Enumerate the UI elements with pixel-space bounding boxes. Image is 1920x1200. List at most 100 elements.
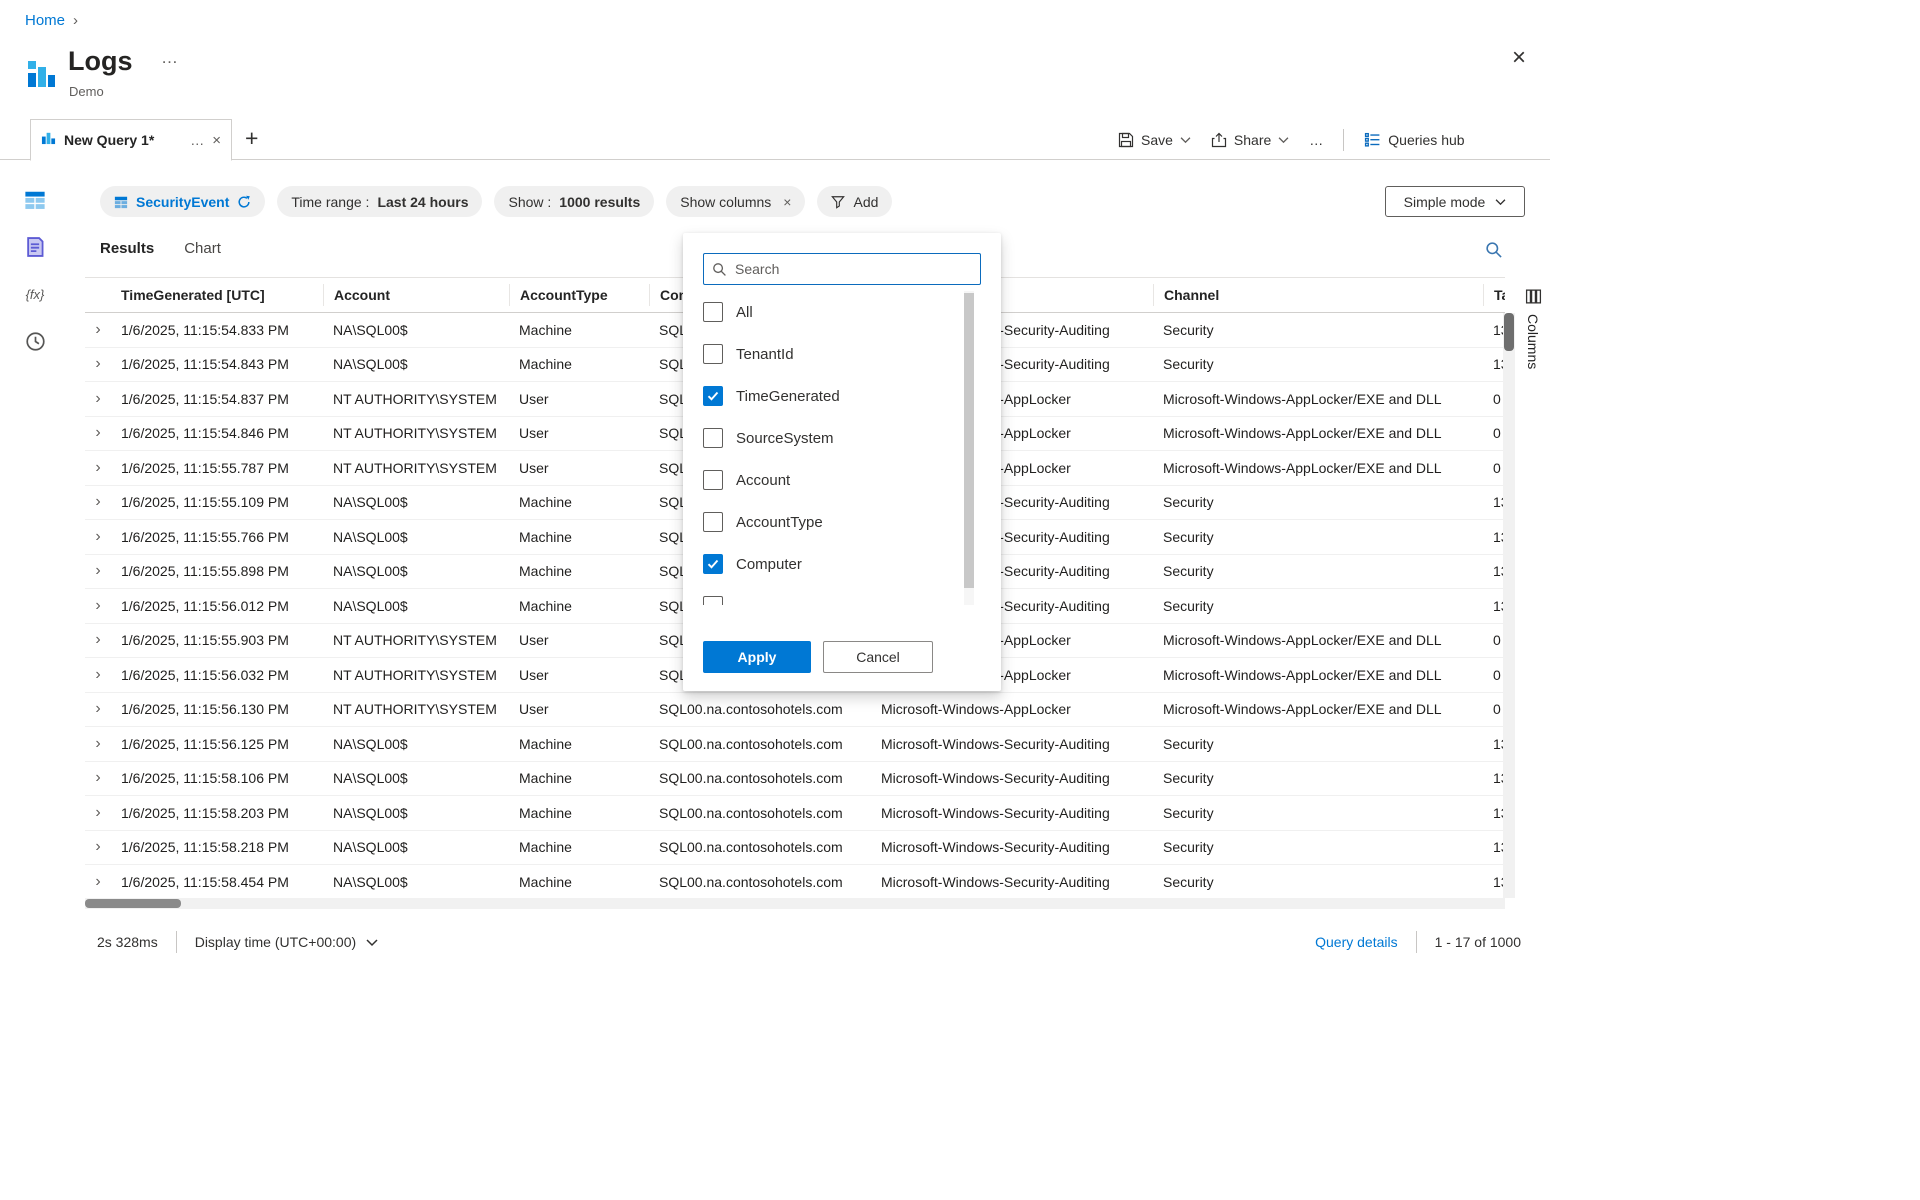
logs-app-icon (24, 57, 58, 91)
column-option[interactable]: AccountType (683, 501, 1001, 543)
row-expand-chevron-icon[interactable]: › (85, 631, 111, 649)
tab-more-menu-icon[interactable]: … (190, 132, 204, 148)
show-results-pill[interactable]: Show : 1000 results (494, 186, 654, 217)
query-history-button[interactable] (21, 327, 49, 355)
queries-hub-button[interactable]: Queries hub (1364, 131, 1464, 148)
table-row[interactable]: ›1/6/2025, 11:15:58.454 PMNA\SQL00$Machi… (85, 865, 1505, 898)
show-columns-pill[interactable]: Show columns × (666, 186, 805, 217)
time-range-pill[interactable]: Time range : Last 24 hours (277, 186, 482, 217)
column-header[interactable]: Account (323, 284, 509, 306)
table-cell: Security (1153, 805, 1483, 821)
tab-new-query-1[interactable]: New Query 1* … × (30, 119, 232, 161)
column-checkbox[interactable] (703, 428, 723, 448)
table-cell: SQL00.na.contosohotels.com (649, 770, 871, 786)
row-expand-chevron-icon[interactable]: › (85, 321, 111, 339)
column-option[interactable] (683, 585, 1001, 605)
column-checkbox[interactable] (703, 554, 723, 574)
breadcrumb-home-link[interactable]: Home (25, 12, 65, 29)
row-expand-chevron-icon[interactable]: › (85, 597, 111, 615)
tab-label: New Query 1* (64, 132, 182, 148)
apply-button[interactable]: Apply (703, 641, 811, 673)
tab-results[interactable]: Results (100, 240, 154, 257)
display-time-label: Display time (UTC+00:00) (195, 934, 356, 950)
row-expand-chevron-icon[interactable]: › (85, 493, 111, 511)
column-option[interactable]: Account (683, 459, 1001, 501)
row-expand-chevron-icon[interactable]: › (85, 355, 111, 373)
table-cell: NT AUTHORITY\SYSTEM (323, 391, 509, 407)
mode-selector[interactable]: Simple mode (1385, 186, 1525, 217)
functions-pane-button[interactable]: {fx} (21, 280, 49, 308)
row-expand-chevron-icon[interactable]: › (85, 804, 111, 822)
table-cell: Security (1153, 322, 1483, 338)
column-option[interactable]: TenantId (683, 333, 1001, 375)
new-tab-button[interactable]: + (245, 125, 258, 152)
save-button[interactable]: Save (1118, 132, 1191, 148)
table-row[interactable]: ›1/6/2025, 11:15:58.106 PMNA\SQL00$Machi… (85, 762, 1505, 797)
column-checkbox[interactable] (703, 596, 723, 605)
column-checkbox[interactable] (703, 512, 723, 532)
vertical-scrollbar[interactable] (1503, 313, 1515, 898)
row-expand-chevron-icon[interactable]: › (85, 735, 111, 753)
column-checkbox[interactable] (703, 470, 723, 490)
search-results-icon[interactable] (1485, 241, 1503, 264)
row-expand-chevron-icon[interactable]: › (85, 873, 111, 891)
row-expand-chevron-icon[interactable]: › (85, 769, 111, 787)
queries-pane-button[interactable] (21, 233, 49, 261)
row-expand-chevron-icon[interactable]: › (85, 666, 111, 684)
table-cell: SQL00.na.contosohotels.com (649, 701, 871, 717)
column-header[interactable]: TimeGenerated [UTC] (111, 284, 323, 306)
row-expand-chevron-icon[interactable]: › (85, 459, 111, 477)
share-button[interactable]: Share (1211, 132, 1289, 148)
column-option[interactable]: SourceSystem (683, 417, 1001, 459)
actions-divider (1343, 129, 1344, 151)
column-header[interactable]: AccountType (509, 284, 649, 306)
selected-table-name: SecurityEvent (136, 194, 229, 210)
column-option[interactable]: All (683, 291, 1001, 333)
row-expand-chevron-icon[interactable]: › (85, 424, 111, 442)
tables-pane-button[interactable] (21, 186, 49, 214)
column-header[interactable]: Task (1483, 284, 1505, 306)
column-checkbox[interactable] (703, 386, 723, 406)
save-icon (1118, 132, 1134, 148)
column-checkbox[interactable] (703, 302, 723, 322)
title-more-menu-icon[interactable]: … (161, 48, 178, 68)
table-selector-pill[interactable]: SecurityEvent (100, 186, 265, 217)
table-cell: Machine (509, 770, 649, 786)
columns-side-panel-tab[interactable]: Columns (1516, 288, 1550, 369)
more-actions-icon[interactable]: … (1309, 132, 1323, 148)
vertical-scrollbar-thumb[interactable] (1504, 313, 1514, 351)
row-expand-chevron-icon[interactable]: › (85, 390, 111, 408)
column-option[interactable]: TimeGenerated (683, 375, 1001, 417)
tab-chart[interactable]: Chart (184, 240, 221, 257)
table-mini-icon (114, 195, 128, 209)
table-cell: Security (1153, 770, 1483, 786)
add-filter-pill[interactable]: Add (817, 186, 892, 217)
display-time-selector[interactable]: Display time (UTC+00:00) (195, 934, 378, 950)
table-cell: 133 (1483, 839, 1505, 855)
close-page-icon[interactable]: × (1512, 46, 1526, 70)
column-header[interactable]: Channel (1153, 284, 1483, 306)
table-cell: NA\SQL00$ (323, 563, 509, 579)
row-expand-chevron-icon[interactable]: › (85, 562, 111, 580)
column-checkbox[interactable] (703, 344, 723, 364)
horizontal-scrollbar-thumb[interactable] (85, 899, 181, 908)
cancel-button[interactable]: Cancel (823, 641, 933, 673)
horizontal-scrollbar[interactable] (85, 898, 1505, 909)
table-row[interactable]: ›1/6/2025, 11:15:58.203 PMNA\SQL00$Machi… (85, 796, 1505, 831)
row-expand-chevron-icon[interactable]: › (85, 700, 111, 718)
remove-show-columns-icon[interactable]: × (783, 194, 791, 210)
table-row[interactable]: ›1/6/2025, 11:15:56.125 PMNA\SQL00$Machi… (85, 727, 1505, 762)
table-row[interactable]: ›1/6/2025, 11:15:58.218 PMNA\SQL00$Machi… (85, 831, 1505, 866)
table-row[interactable]: ›1/6/2025, 11:15:56.130 PMNT AUTHORITY\S… (85, 693, 1505, 728)
table-cell: Machine (509, 874, 649, 890)
refresh-icon[interactable] (237, 195, 251, 209)
column-option-label: SourceSystem (736, 430, 834, 447)
tab-close-icon[interactable]: × (212, 132, 221, 149)
query-details-link[interactable]: Query details (1315, 934, 1397, 950)
flyout-scrollbar-thumb[interactable] (964, 293, 974, 588)
columns-search-box[interactable] (703, 253, 981, 285)
column-option[interactable]: Computer (683, 543, 1001, 585)
columns-search-input[interactable] (735, 261, 972, 277)
row-expand-chevron-icon[interactable]: › (85, 528, 111, 546)
row-expand-chevron-icon[interactable]: › (85, 838, 111, 856)
